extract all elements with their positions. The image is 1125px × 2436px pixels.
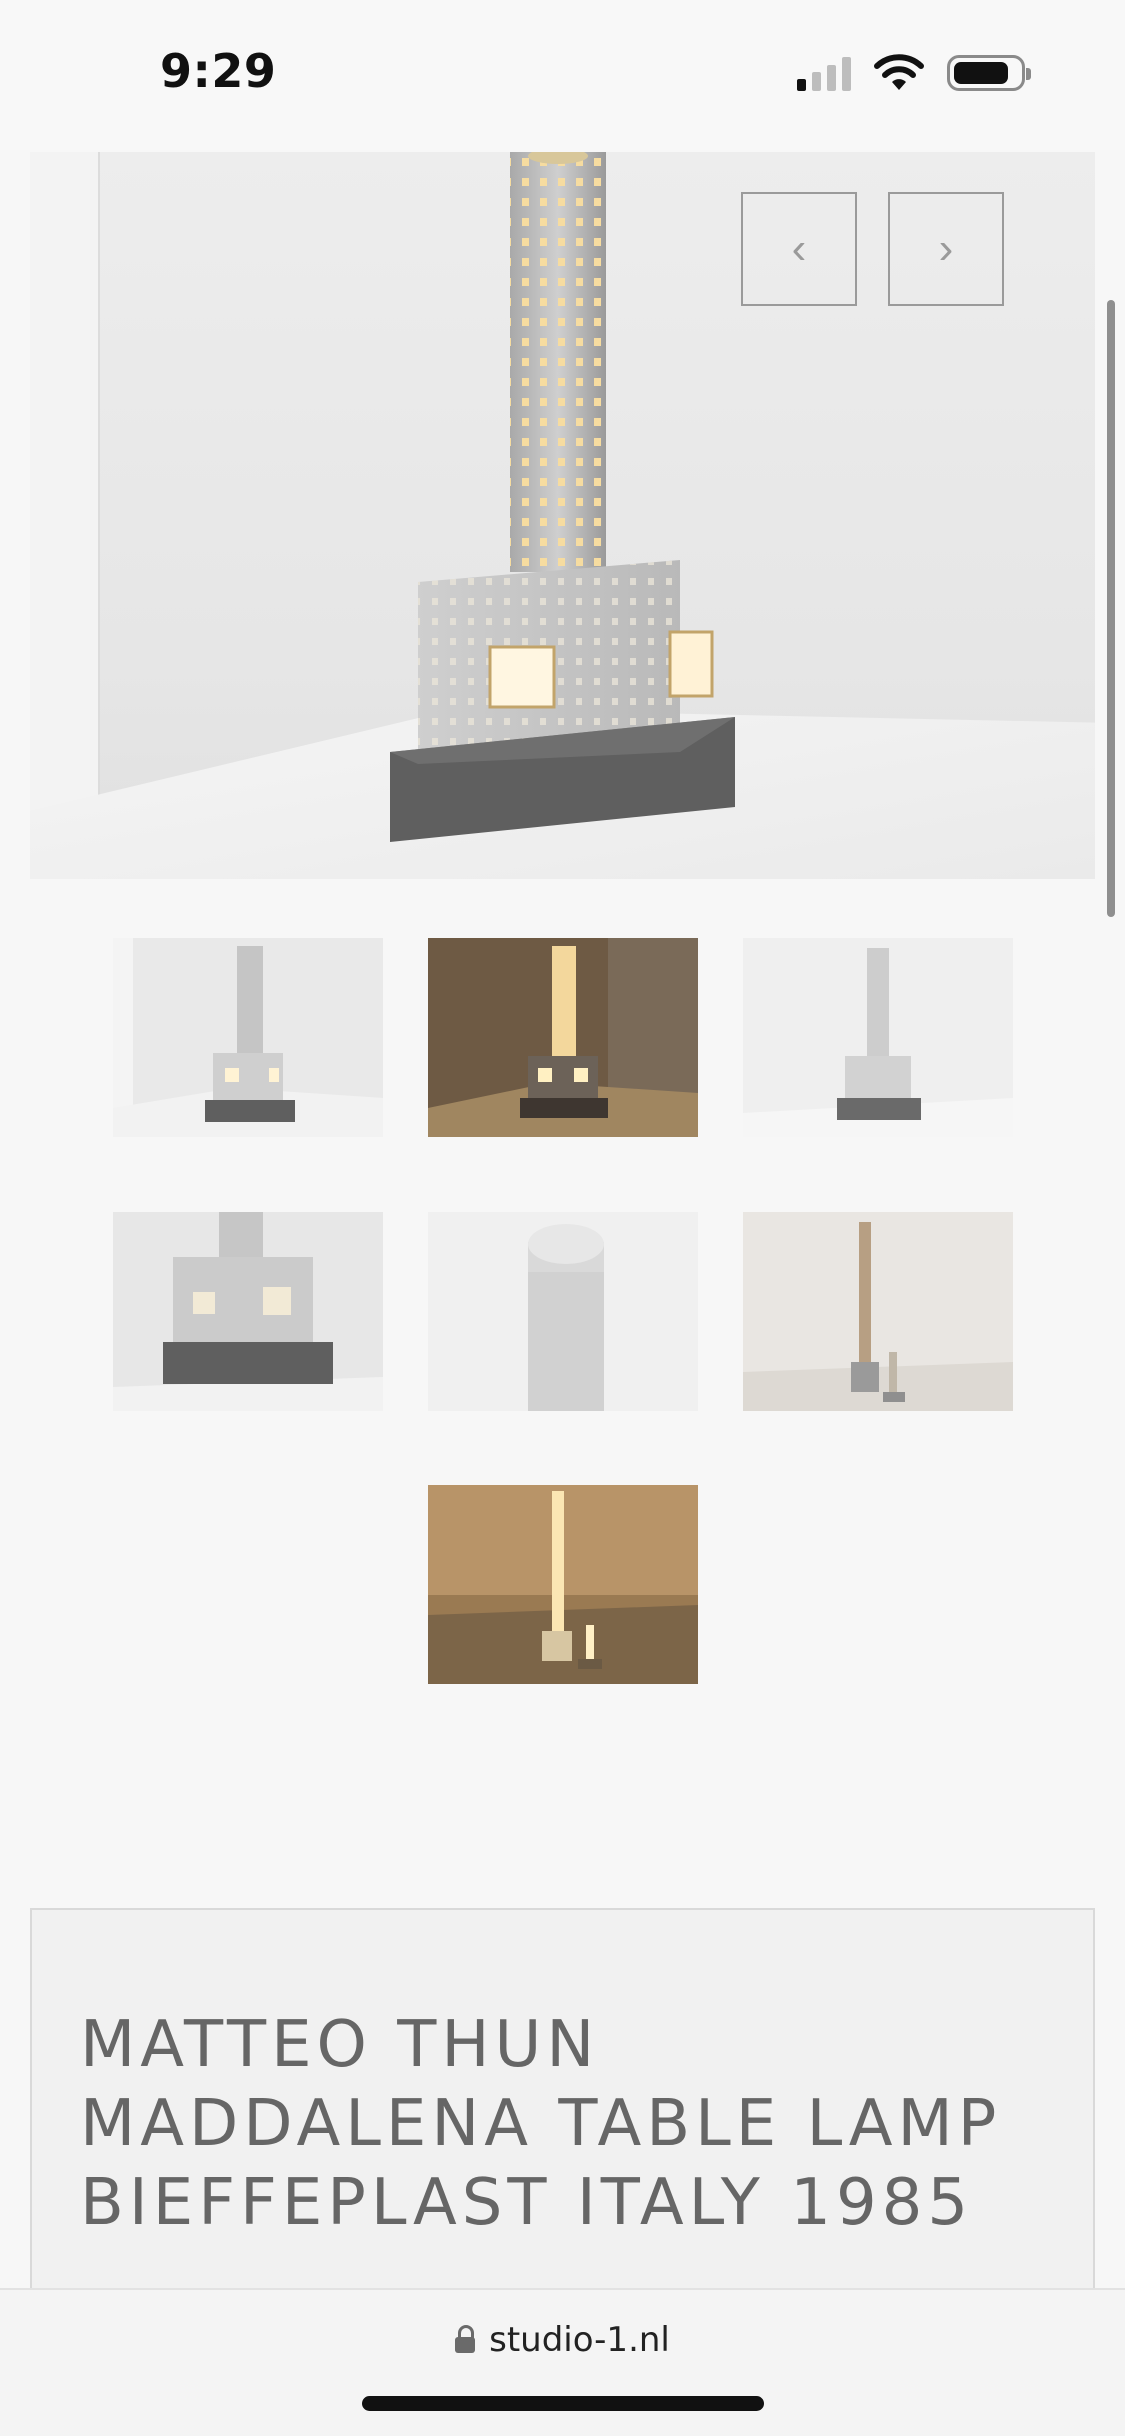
thumbnail-3-image (743, 938, 1013, 1137)
url-display[interactable]: studio-1.nl (0, 2320, 1125, 2360)
chevron-left-icon: ‹ (791, 224, 807, 273)
thumbnail-5[interactable] (428, 1212, 698, 1411)
status-time: 9:29 (160, 44, 277, 98)
battery-icon (947, 55, 1031, 91)
product-title: MATTEO THUN MADDALENA TABLE LAMP BIEFFEP… (80, 2008, 1002, 2240)
main-product-image[interactable]: ‹ › (30, 152, 1095, 879)
thumbnail-6[interactable] (743, 1212, 1013, 1411)
thumbnail-1[interactable] (113, 938, 383, 1137)
thumbnail-1-image (113, 938, 383, 1137)
next-image-button[interactable]: › (888, 192, 1004, 306)
previous-image-button[interactable]: ‹ (741, 192, 857, 306)
battery-level (954, 62, 1008, 84)
thumbnail-7[interactable] (428, 1485, 698, 1684)
cellular-signal-icon (797, 55, 851, 91)
thumbnail-4-image (113, 1212, 383, 1411)
thumbnail-5-image (428, 1212, 698, 1411)
wifi-icon (874, 54, 924, 90)
lock-icon (455, 2325, 476, 2353)
status-icons (797, 54, 1031, 92)
thumbnail-7-image (428, 1485, 698, 1684)
url-text: studio-1.nl (489, 2320, 670, 2360)
thumbnail-6-image (743, 1212, 1013, 1411)
chevron-right-icon: › (938, 224, 954, 273)
thumbnail-4[interactable] (113, 1212, 383, 1411)
thumbnail-2[interactable] (428, 938, 698, 1137)
browser-address-bar[interactable]: studio-1.nl (0, 2288, 1125, 2436)
thumbnail-2-image (428, 938, 698, 1137)
home-indicator[interactable] (362, 2396, 764, 2411)
page-scrollbar[interactable] (1107, 300, 1115, 917)
status-bar: 9:29 (0, 0, 1125, 150)
thumbnail-3[interactable] (743, 938, 1013, 1137)
